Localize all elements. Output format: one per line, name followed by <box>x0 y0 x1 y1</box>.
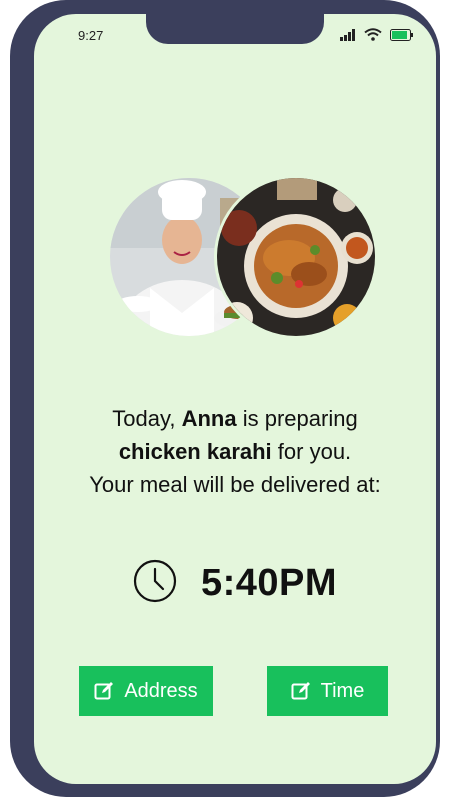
status-bar-icons <box>340 28 414 46</box>
message-suffix: is preparing <box>236 406 358 431</box>
address-button[interactable]: Address <box>79 666 213 716</box>
clock-icon <box>133 559 177 608</box>
phone-frame: 9:27 Today, Anna is preparing chicken ka… <box>10 0 440 797</box>
message-line-2: chicken karahi for you. <box>34 435 436 468</box>
delivery-time-row: 5:40PM <box>34 559 436 608</box>
message-prefix: Today, <box>112 406 182 431</box>
message-line-3: Your meal will be delivered at: <box>89 472 381 497</box>
food-photo <box>214 175 378 339</box>
header-photos <box>110 175 378 339</box>
message-line-1: Today, Anna is preparing <box>34 402 436 435</box>
edit-icon <box>291 681 311 701</box>
battery-icon <box>390 28 414 46</box>
wifi-icon <box>364 28 382 46</box>
time-button-label: Time <box>320 679 365 702</box>
dish-name: chicken karahi <box>118 439 272 464</box>
phone-notch <box>146 14 324 44</box>
signal-icon <box>340 28 356 46</box>
time-button[interactable]: Time <box>267 666 388 716</box>
delivery-time: 5:40PM <box>200 562 338 604</box>
address-button-label: Address <box>124 679 198 702</box>
chef-name: Anna <box>181 406 237 431</box>
order-message: Today, Anna is preparing chicken karahi … <box>34 402 436 501</box>
edit-icon <box>94 681 114 701</box>
status-bar-time: 9:27 <box>78 28 104 43</box>
message-line-2-suffix: for you. <box>271 439 352 464</box>
app-screen: 9:27 Today, Anna is preparing chicken ka… <box>34 14 436 784</box>
